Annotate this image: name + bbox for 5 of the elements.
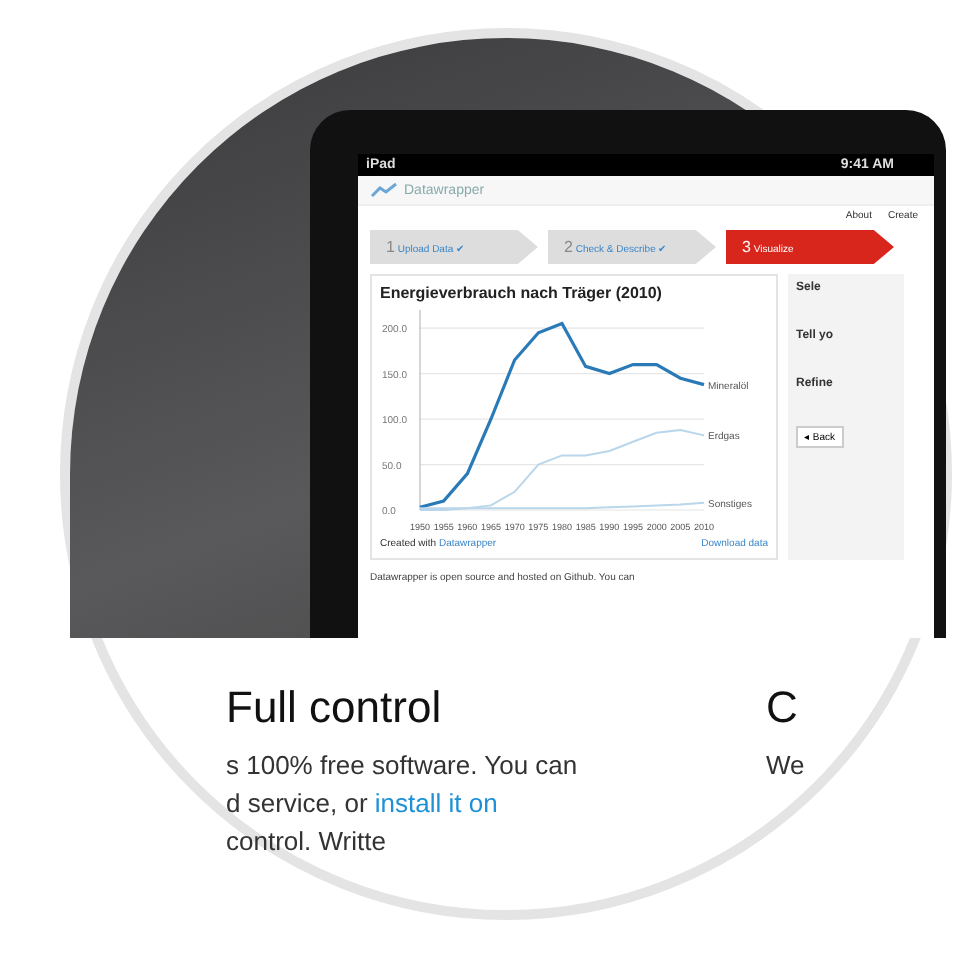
section-text: We — [766, 748, 807, 784]
section-heading: Full control — [226, 682, 444, 734]
chart-title: Energieverbrauch nach Träger (2010) — [380, 284, 664, 302]
section-text: s 100% free software. You can d service, or install it on control. Writte — [226, 748, 580, 860]
section-heading: C — [766, 682, 800, 734]
